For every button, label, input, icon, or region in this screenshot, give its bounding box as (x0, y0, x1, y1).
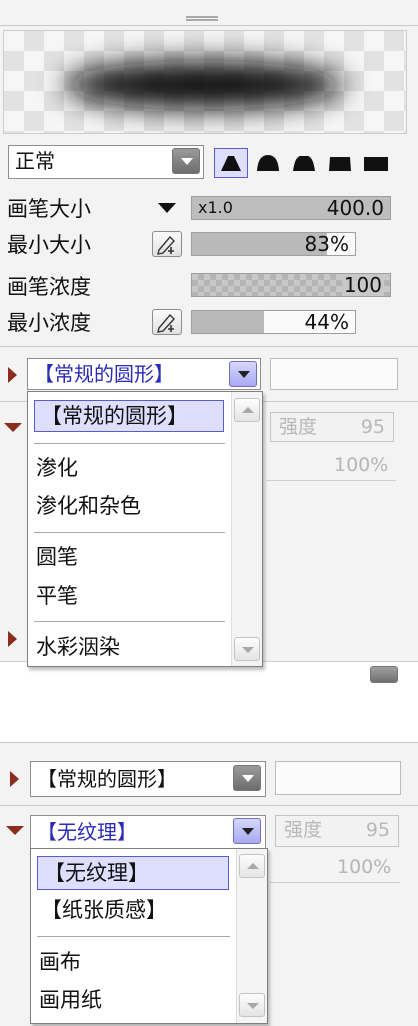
brush-shape-dropdown-button-lower[interactable] (233, 765, 261, 791)
min-size-value: 83% (304, 232, 349, 256)
brush-density-value: 100 (341, 273, 384, 297)
texture-dropdown-scrollbar[interactable] (236, 849, 267, 1023)
chevron-down-icon (181, 158, 193, 165)
brush-size-value: 400.0 (326, 196, 384, 220)
brush-density-label: 画笔浓度 (7, 275, 91, 299)
scroll-up-button[interactable] (370, 666, 398, 683)
brush-shape-group (214, 145, 394, 179)
min-size-pressure-icon[interactable] (152, 231, 182, 257)
texture-select[interactable]: 【无纹理】 (30, 815, 266, 849)
scroll-down-arrow[interactable] (234, 637, 260, 661)
brush-shape-value: 【常规的圆形】 (34, 362, 174, 386)
scroll-down-arrow[interactable] (239, 993, 265, 1017)
texture-dropdown-list: 【无纹理】 【纸张质感】 画布 画用纸 (30, 848, 268, 1024)
shape-option-box-lower (275, 761, 401, 795)
square-shape-icon[interactable] (362, 151, 390, 175)
blend-mode-value: 正常 (15, 149, 55, 173)
brush-shape-dropdown-button[interactable] (229, 361, 257, 387)
dropdown-separator (34, 532, 225, 533)
dropdown-separator (37, 936, 230, 937)
dropdown-item[interactable]: 平笔 (36, 581, 78, 611)
strength-label: 强度 (279, 416, 318, 438)
texture-strength-value: 95 (365, 819, 390, 841)
pen-pressure-icon (157, 313, 175, 333)
texture-dropdown-button[interactable] (233, 818, 261, 844)
dropdown-item[interactable]: 画用纸 (39, 985, 102, 1015)
pen-pressure-icon (157, 235, 175, 255)
chevron-down-icon (238, 371, 250, 378)
shape-option-box (270, 358, 398, 390)
dropdown-separator (34, 621, 225, 622)
collapse-arrow-icon[interactable] (4, 423, 22, 432)
texture-percent-lower: 100% (337, 856, 392, 878)
brush-size-multiplier[interactable]: x1.0 (198, 197, 233, 219)
dropdown-item[interactable]: 渗化和杂色 (36, 491, 141, 521)
faded-underline (270, 882, 400, 883)
brush-stroke-shape (64, 61, 344, 109)
top-divider (0, 25, 418, 26)
dropdown-item[interactable]: 【纸张质感】 (41, 895, 167, 925)
min-size-slider[interactable]: 83% (191, 232, 356, 256)
dropdown-separator (34, 443, 225, 444)
chevron-down-icon (247, 1003, 259, 1009)
brush-shape-dropdown-list: 【常规的圆形】 渗化 渗化和杂色 圆笔 平笔 水彩洇染 (27, 391, 263, 667)
trapezoid-shape-icon[interactable] (290, 151, 318, 175)
chevron-down-icon (242, 775, 254, 782)
dropdown-item[interactable]: 圆笔 (36, 542, 78, 572)
scroll-up-arrow[interactable] (234, 398, 260, 422)
texture-strength-label: 强度 (284, 819, 323, 841)
brush-size-label: 画笔大小 (7, 197, 91, 221)
panel-grip-handle[interactable] (186, 16, 218, 21)
brush-shape-value-lower: 【常规的圆形】 (37, 767, 177, 791)
brush-density-slider[interactable]: 100 (191, 273, 391, 297)
min-density-label: 最小浓度 (7, 311, 91, 335)
texture-value: 【无纹理】 (37, 820, 137, 844)
flat-shape-icon[interactable] (326, 151, 354, 175)
strength-field-disabled: 强度 95 (270, 412, 394, 442)
chevron-up-icon (247, 863, 259, 869)
dropdown-item[interactable]: 画布 (39, 947, 81, 977)
texture-strength-field-disabled: 强度 95 (275, 815, 399, 847)
expand-arrow-icon[interactable] (8, 631, 17, 647)
brush-stroke-preview (3, 30, 407, 134)
min-density-slider[interactable]: 44% (191, 310, 356, 334)
chevron-up-icon (242, 407, 254, 413)
chevron-down-icon (242, 828, 254, 835)
section-divider (0, 346, 418, 347)
brush-shape-select[interactable]: 【常规的圆形】 (27, 358, 261, 390)
brush-shape-select-lower[interactable]: 【常规的圆形】 (30, 761, 266, 797)
texture-percent: 100% (334, 454, 389, 476)
dropdown-item[interactable]: 【无纹理】 (37, 856, 229, 890)
dropdown-item-label: 【无纹理】 (44, 861, 149, 885)
strength-value: 95 (360, 416, 385, 438)
cone-shape-icon[interactable] (214, 148, 248, 178)
round-shape-icon[interactable] (254, 151, 282, 175)
size-curve-toggle-icon[interactable] (158, 203, 176, 213)
min-size-label: 最小大小 (7, 233, 91, 257)
scroll-up-arrow[interactable] (239, 854, 265, 878)
dropdown-item[interactable]: 【常规的圆形】 (34, 400, 224, 432)
collapse-arrow-icon[interactable] (6, 826, 24, 835)
section-divider (0, 742, 418, 743)
expand-arrow-icon[interactable] (8, 367, 17, 383)
expand-arrow-icon[interactable] (10, 771, 19, 787)
dropdown-scrollbar[interactable] (231, 392, 262, 666)
blend-mode-dropdown-button[interactable] (172, 148, 200, 174)
min-density-pressure-icon[interactable] (152, 309, 182, 335)
faded-underline (266, 480, 396, 481)
min-density-value: 44% (304, 310, 349, 334)
chevron-down-icon (242, 647, 254, 653)
dropdown-item-label: 【常规的圆形】 (41, 404, 188, 428)
brush-size-slider[interactable]: x1.0 400.0 (191, 196, 391, 220)
section-divider (0, 805, 418, 806)
min-density-fill (192, 311, 264, 333)
dropdown-item[interactable]: 水彩洇染 (36, 632, 120, 662)
dropdown-item[interactable]: 渗化 (36, 453, 78, 483)
